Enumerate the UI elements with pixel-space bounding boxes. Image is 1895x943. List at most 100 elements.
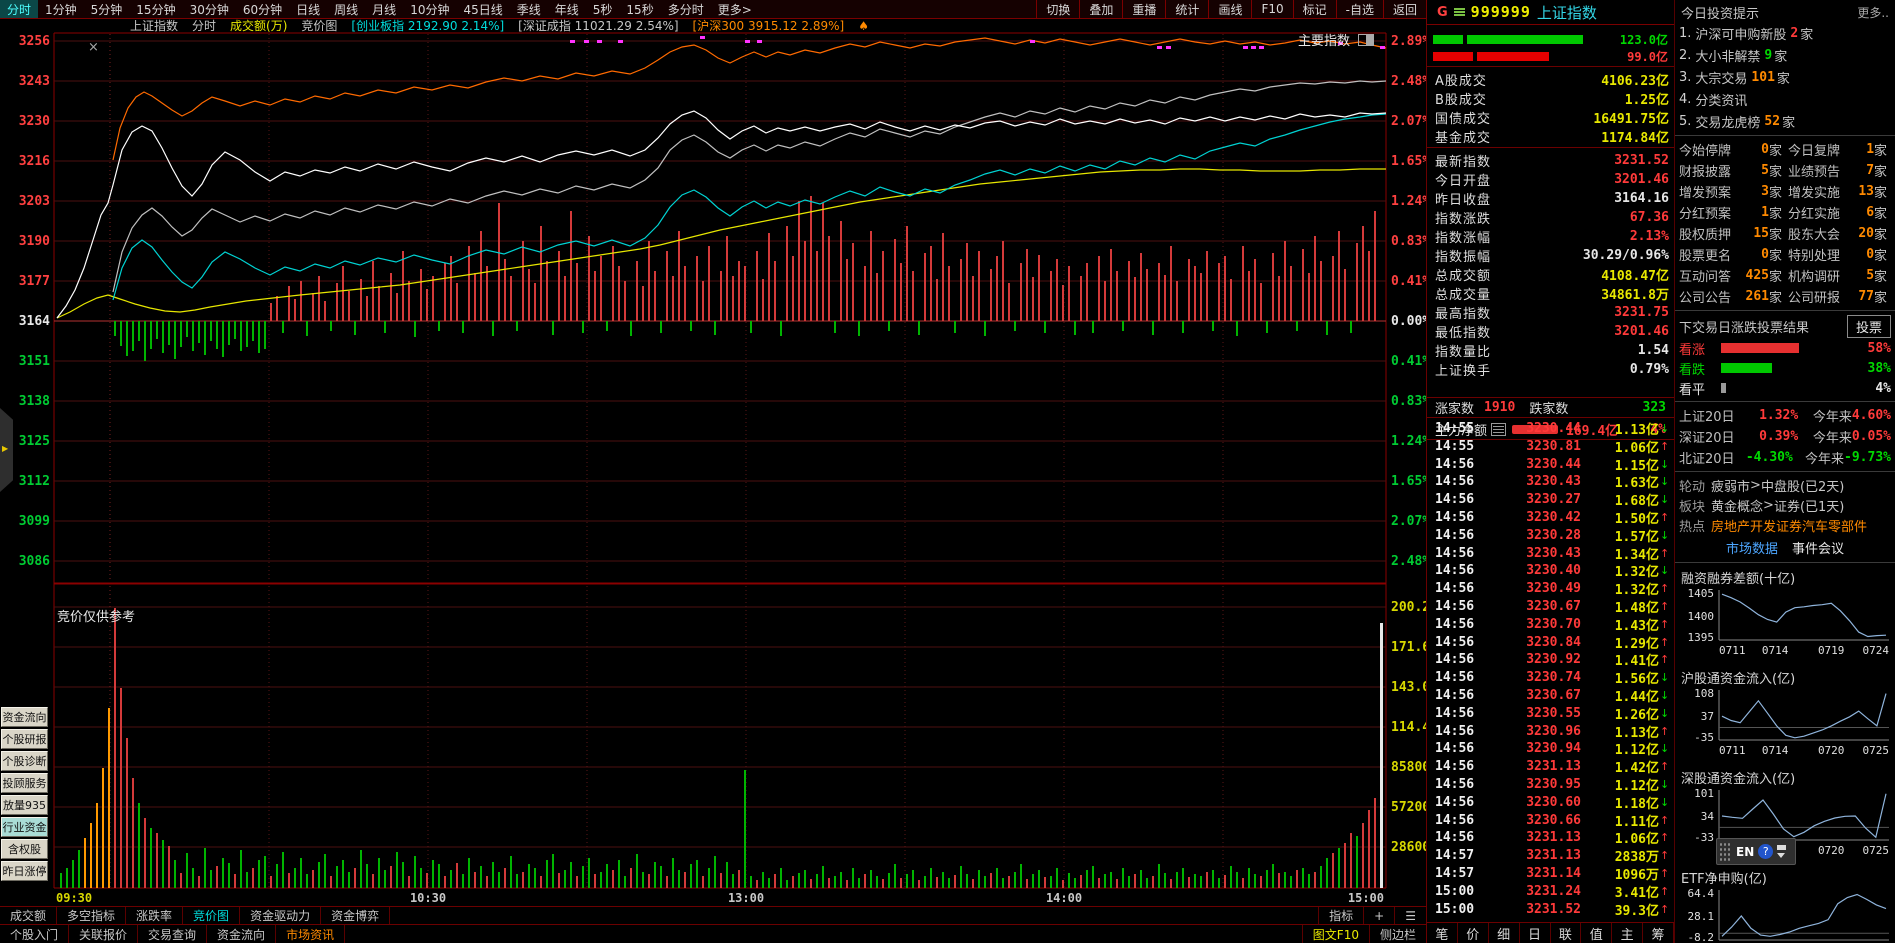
menu-item-30分钟[interactable]: 30分钟 — [183, 0, 236, 18]
tick-row[interactable]: 14:56 3230.96 1.13亿 ↑ — [1427, 722, 1674, 741]
menu-button-叠加[interactable]: 叠加 — [1079, 0, 1122, 18]
menu-button-统计[interactable]: 统计 — [1165, 0, 1208, 18]
quote-tab-筹[interactable]: 筹 — [1643, 923, 1674, 943]
tab-event-meeting[interactable]: 事件会议 — [1792, 538, 1844, 557]
quote-tab-主[interactable]: 主 — [1612, 923, 1644, 943]
minimize-icon[interactable] — [1777, 845, 1787, 850]
tab-成交额[interactable]: 成交额 — [0, 907, 58, 924]
drag-grip-icon[interactable] — [1719, 842, 1732, 861]
tab-资金驱动力[interactable]: 资金驱动力 — [240, 907, 322, 924]
menu-item-周线[interactable]: 周线 — [327, 0, 365, 18]
quote-tab-笔[interactable]: 笔 — [1427, 923, 1458, 943]
tick-row[interactable]: 14:57 3231.13 2838万 ↑ — [1427, 846, 1674, 865]
tick-row[interactable]: 14:56 3230.27 1.68亿 ↓ — [1427, 490, 1674, 509]
tick-row[interactable]: 14:57 3231.14 1096万 ↑ — [1427, 864, 1674, 883]
menu-item-分时[interactable]: 分时 — [0, 0, 39, 18]
tip-item[interactable]: 3. 大宗交易 101 家 — [1675, 66, 1895, 88]
tip-item[interactable]: 4. 分类资讯 — [1675, 88, 1895, 110]
sidebar-button-个股研报[interactable]: 个股研报 — [1, 729, 48, 749]
sidebar-button-行业资金[interactable]: 行业资金 — [1, 817, 48, 837]
tab-关联报价[interactable]: 关联报价 — [69, 925, 139, 943]
dropdown-icon[interactable] — [1777, 853, 1786, 858]
tab-竞价图[interactable]: 竞价图 — [183, 907, 241, 924]
sidebar-button-含权股[interactable]: 含权股 — [1, 839, 48, 859]
tab-个股入门[interactable]: 个股入门 — [0, 925, 70, 943]
tick-row[interactable]: 14:56 3231.13 1.06亿 ↑ — [1427, 828, 1674, 847]
tick-row[interactable]: 14:56 3230.92 1.41亿 ↑ — [1427, 650, 1674, 669]
menu-item-10分钟[interactable]: 10分钟 — [403, 0, 456, 18]
menu-burger-icon[interactable] — [1453, 7, 1465, 17]
window-icon[interactable] — [1358, 33, 1375, 46]
rotation-value[interactable]: 疲弱市 — [1711, 476, 1750, 495]
menu-button--自选[interactable]: -自选 — [1335, 0, 1383, 18]
rotation-value[interactable]: 中盘股(已2天) — [1761, 476, 1844, 495]
rotation-value[interactable]: > — [1763, 498, 1774, 513]
tick-row[interactable]: 14:56 3230.66 1.11亿 ↑ — [1427, 811, 1674, 830]
rotation-value[interactable]: 汽车零部件 — [1802, 516, 1867, 535]
rotation-value[interactable]: 证券(已1天) — [1774, 496, 1844, 515]
more-link[interactable]: 更多.. — [1857, 4, 1889, 21]
tick-row[interactable]: 14:56 3230.28 1.57亿 ↓ — [1427, 526, 1674, 545]
tick-row[interactable]: 14:56 3231.13 1.42亿 ↑ — [1427, 757, 1674, 776]
menu-item-60分钟[interactable]: 60分钟 — [236, 0, 289, 18]
tick-row[interactable]: 14:56 3230.74 1.56亿 ↓ — [1427, 668, 1674, 687]
menu-button-重播[interactable]: 重播 — [1122, 0, 1165, 18]
tick-row[interactable]: 14:56 3230.42 1.50亿 ↑ — [1427, 508, 1674, 527]
stock-name[interactable]: 上证指数 — [1537, 2, 1597, 23]
tick-row[interactable]: 14:55 3230.44 1.13亿 ↓ — [1427, 419, 1674, 438]
tip-item[interactable]: 2. 大小非解禁 9家 — [1675, 44, 1895, 66]
tick-row[interactable]: 15:00 3231.52 39.3亿 ↑ — [1427, 900, 1674, 919]
tick-row[interactable]: 14:56 3230.43 1.34亿 ↑ — [1427, 544, 1674, 563]
tab-right-item[interactable]: 指标 — [1318, 907, 1363, 924]
menu-button-画线[interactable]: 画线 — [1208, 0, 1251, 18]
tip-item[interactable]: 5. 交易龙虎榜 52 家 — [1675, 110, 1895, 132]
rotation-value[interactable]: > — [1750, 478, 1761, 493]
language-bar[interactable]: EN ? — [1716, 838, 1796, 865]
rotation-value[interactable]: 黄金概念 — [1711, 496, 1763, 515]
quote-tab-细[interactable]: 细 — [1489, 923, 1520, 943]
tick-row[interactable]: 14:55 3230.81 1.06亿 ↑ — [1427, 437, 1674, 456]
menu-button-返回[interactable]: 返回 — [1382, 0, 1426, 18]
tab-多空指标[interactable]: 多空指标 — [57, 907, 127, 924]
menu-item-5分钟[interactable]: 5分钟 — [84, 0, 130, 18]
menu-item-45日线[interactable]: 45日线 — [456, 0, 509, 18]
rotation-value[interactable]: 证券 — [1776, 516, 1802, 535]
menu-item-多分时[interactable]: 多分时 — [661, 0, 711, 18]
sidebar-button-昨日涨停[interactable]: 昨日涨停 — [1, 861, 48, 881]
tab-涨跌率[interactable]: 涨跌率 — [126, 907, 184, 924]
tab-right-item[interactable]: + — [1363, 907, 1394, 924]
help-icon[interactable]: ? — [1758, 844, 1774, 859]
sidebar-button-资金流向[interactable]: 资金流向 — [1, 707, 48, 727]
tick-row[interactable]: 14:56 3230.44 1.15亿 ↓ — [1427, 455, 1674, 474]
tab-right-item[interactable]: 图文F10 — [1301, 925, 1369, 943]
quote-tab-联[interactable]: 联 — [1551, 923, 1582, 943]
tick-row[interactable]: 14:56 3230.95 1.12亿 ↓ — [1427, 775, 1674, 794]
tick-row[interactable]: 14:56 3230.43 1.63亿 ↓ — [1427, 472, 1674, 491]
menu-button-切换[interactable]: 切换 — [1036, 0, 1079, 18]
tick-row[interactable]: 14:56 3230.67 1.48亿 ↑ — [1427, 597, 1674, 616]
tab-资金博弈[interactable]: 资金博弈 — [321, 907, 391, 924]
close-icon[interactable]: × — [88, 40, 99, 55]
menu-item-年线[interactable]: 年线 — [548, 0, 586, 18]
sidebar-button-投顾服务[interactable]: 投顾服务 — [1, 773, 48, 793]
tick-row[interactable]: 14:56 3230.94 1.12亿 ↓ — [1427, 739, 1674, 758]
tick-row[interactable]: 14:56 3230.40 1.32亿 ↓ — [1427, 561, 1674, 580]
tab-market-data[interactable]: 市场数据 — [1726, 538, 1778, 557]
menu-item-15秒[interactable]: 15秒 — [619, 0, 660, 18]
quote-tab-值[interactable]: 值 — [1581, 923, 1613, 943]
quote-tab-日[interactable]: 日 — [1520, 923, 1551, 943]
tick-row[interactable]: 14:56 3230.55 1.26亿 ↓ — [1427, 704, 1674, 723]
menu-item-5秒[interactable]: 5秒 — [586, 0, 620, 18]
menu-button-标记[interactable]: 标记 — [1292, 0, 1336, 18]
sidebar-button-放量935[interactable]: 放量935 — [1, 795, 48, 815]
sidebar-button-个股诊断[interactable]: 个股诊断 — [1, 751, 48, 771]
quote-tab-价[interactable]: 价 — [1458, 923, 1489, 943]
menu-item-更多>[interactable]: 更多> — [711, 0, 759, 18]
menu-button-F10[interactable]: F10 — [1251, 0, 1292, 18]
tip-item[interactable]: 1. 沪深可申购新股 2家 — [1675, 22, 1895, 44]
menu-item-月线[interactable]: 月线 — [365, 0, 403, 18]
menu-item-15分钟[interactable]: 15分钟 — [129, 0, 182, 18]
menu-item-季线[interactable]: 季线 — [510, 0, 548, 18]
menu-item-日线[interactable]: 日线 — [289, 0, 327, 18]
tab-市场资讯[interactable]: 市场资讯 — [276, 925, 346, 943]
